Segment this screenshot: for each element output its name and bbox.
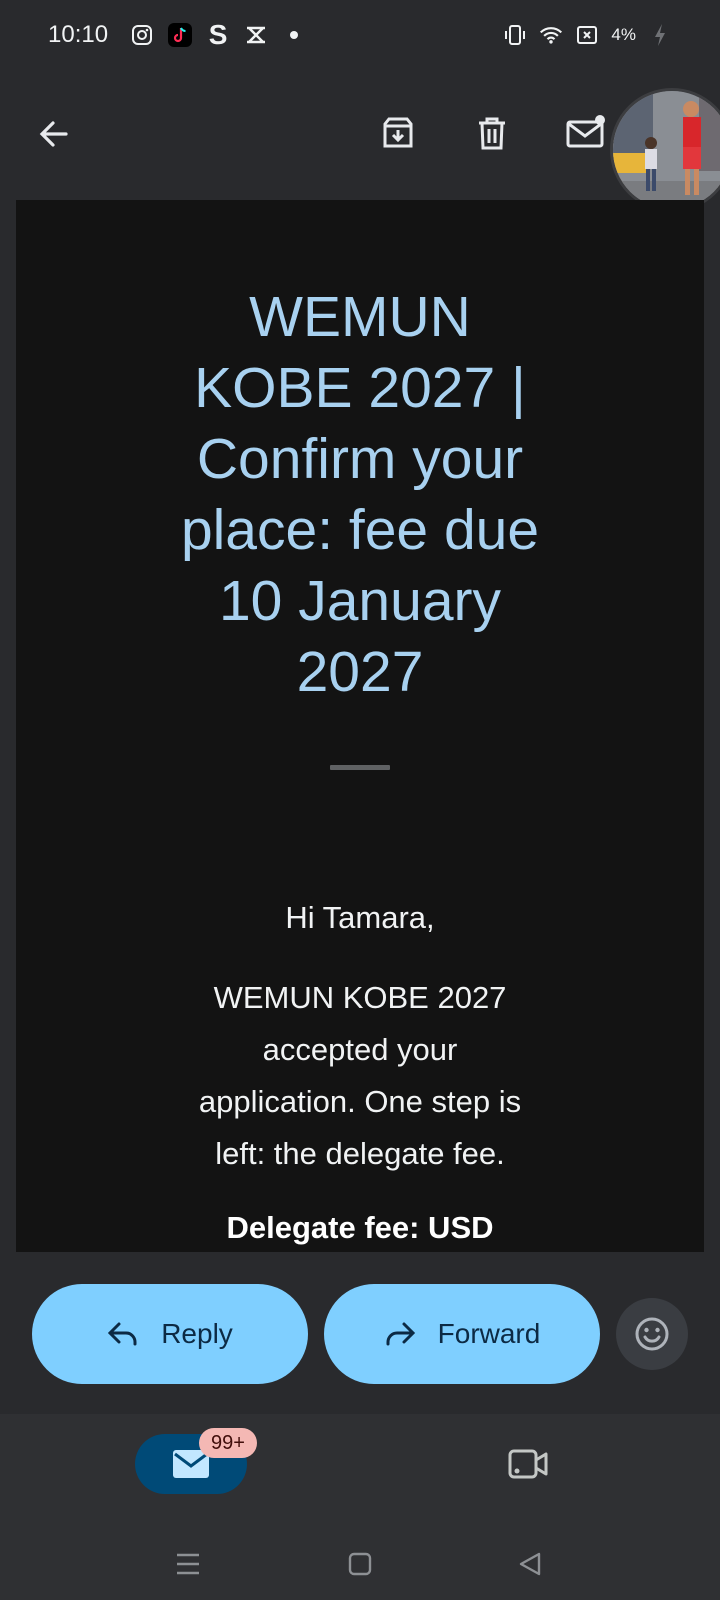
unread-count-badge: 99+ bbox=[199, 1428, 257, 1458]
emoji-reaction-button[interactable] bbox=[616, 1298, 688, 1370]
nav-meet-tab[interactable] bbox=[506, 1444, 552, 1484]
forward-button[interactable]: Forward bbox=[324, 1284, 600, 1384]
title-divider bbox=[330, 765, 390, 770]
email-intro-paragraph: WEMUN KOBE 2027 accepted your applicatio… bbox=[198, 980, 522, 1171]
reply-button[interactable]: Reply bbox=[32, 1284, 308, 1384]
instagram-icon bbox=[130, 23, 154, 47]
email-actions bbox=[375, 110, 609, 156]
battery-level: 4% bbox=[611, 25, 636, 44]
gmail-email-view: 10:10 S 4% WEMUN KOBE 2027 | Confirm you… bbox=[0, 0, 720, 1600]
s-app-icon: S bbox=[208, 19, 228, 50]
home-square-icon bbox=[348, 1552, 372, 1576]
forward-label: Forward bbox=[437, 1318, 541, 1349]
status-bar: 10:10 S 4% bbox=[0, 0, 720, 70]
email-body: WEMUN KOBE 2027 | Confirm your place: fe… bbox=[16, 200, 704, 1252]
more-notifications-dot bbox=[282, 23, 306, 47]
video-camera-icon bbox=[508, 1449, 548, 1479]
back-triangle-icon bbox=[519, 1552, 541, 1576]
charging-icon bbox=[648, 23, 672, 47]
tiktok-icon bbox=[168, 23, 193, 47]
status-time: 10:10 bbox=[48, 21, 109, 48]
archive-button[interactable] bbox=[375, 110, 421, 156]
notification-icons: S bbox=[130, 19, 306, 50]
delete-button[interactable] bbox=[469, 110, 515, 156]
reply-action-bar: Reply Forward bbox=[0, 1252, 720, 1414]
system-back-button[interactable] bbox=[510, 1544, 550, 1584]
recents-button[interactable] bbox=[168, 1544, 208, 1584]
trash-icon bbox=[479, 117, 505, 150]
back-arrow-icon bbox=[39, 121, 68, 147]
capcut-icon bbox=[244, 23, 268, 47]
reply-label: Reply bbox=[161, 1318, 233, 1349]
no-sim-icon bbox=[575, 23, 599, 47]
reply-icon bbox=[108, 1322, 137, 1346]
avatar-photo bbox=[613, 91, 720, 209]
back-button[interactable] bbox=[30, 110, 78, 158]
vibrate-icon bbox=[503, 23, 527, 47]
mark-unread-button[interactable] bbox=[563, 110, 609, 156]
home-button[interactable] bbox=[340, 1544, 380, 1584]
email-subject-title: WEMUN KOBE 2027 | Confirm your place: fe… bbox=[180, 285, 540, 704]
mark-unread-icon bbox=[566, 115, 605, 148]
system-status: 4% bbox=[503, 23, 672, 47]
system-navigation-bar bbox=[0, 1524, 720, 1600]
forward-icon bbox=[386, 1322, 415, 1346]
menu-lines-icon bbox=[177, 1553, 199, 1575]
wifi-icon bbox=[539, 23, 563, 47]
archive-icon bbox=[383, 117, 413, 148]
bottom-navigation: 99+ bbox=[0, 1414, 720, 1524]
smiley-icon bbox=[635, 1317, 669, 1351]
delegate-fee-line: Delegate fee: USD bbox=[226, 1210, 494, 1245]
email-greeting: Hi Tamara, bbox=[285, 900, 435, 935]
